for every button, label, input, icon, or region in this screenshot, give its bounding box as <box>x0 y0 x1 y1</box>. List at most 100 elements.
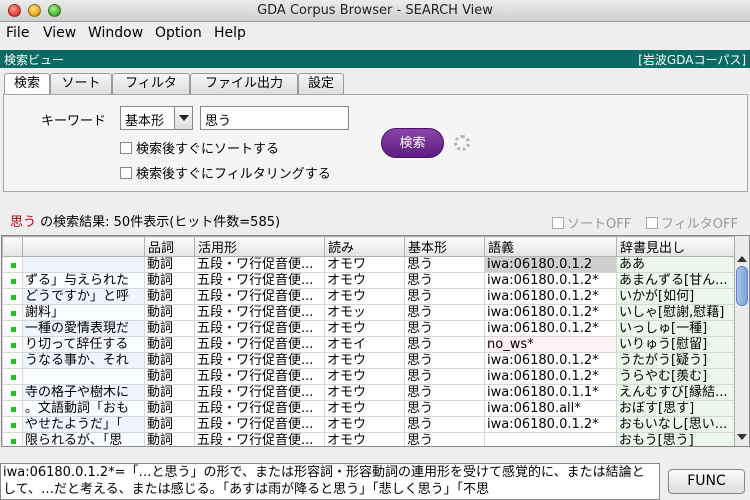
dict-cell[interactable]: おもいなし[思い... <box>616 416 737 433</box>
pos-cell[interactable]: 動詞 <box>144 336 195 353</box>
row-marker[interactable] <box>2 304 23 321</box>
base-cell[interactable]: 思う <box>404 272 485 289</box>
tab-file-output[interactable]: ファイル出力 <box>190 73 298 95</box>
checkbox-icon[interactable] <box>646 217 658 229</box>
pos-cell[interactable]: 動詞 <box>144 320 195 337</box>
row-marker[interactable] <box>2 352 23 369</box>
row-marker[interactable] <box>2 272 23 289</box>
pos-cell[interactable]: 動詞 <box>144 416 195 433</box>
vertical-scrollbar[interactable] <box>734 236 749 446</box>
dict-cell[interactable]: ああ <box>616 256 737 273</box>
menu-help[interactable]: Help <box>214 25 246 41</box>
base-cell[interactable]: 思う <box>404 304 485 321</box>
table-row[interactable]: 動詞 五段・ワ行促音便... オモワ 思う iwa:06180.0.1.2 ああ <box>2 256 737 273</box>
context-cell[interactable]: 限られるが、「思 <box>22 432 145 446</box>
keyword-input[interactable]: 思う <box>200 106 349 130</box>
row-marker[interactable] <box>2 368 23 385</box>
row-marker[interactable] <box>2 384 23 401</box>
col-header-base[interactable]: 基本形 <box>404 236 485 257</box>
table-row[interactable]: り切って辞任する 動詞 五段・ワ行促音便... オモイ 思う no_ws* いりゅう[慰留] <box>2 336 737 353</box>
context-cell[interactable]: 。文語動詞「おも <box>22 400 145 417</box>
col-header-pos[interactable]: 品詞 <box>144 236 195 257</box>
conjugation-cell[interactable]: 五段・ワ行促音便... <box>194 272 325 289</box>
row-marker[interactable] <box>2 400 23 417</box>
scroll-thumb[interactable] <box>736 266 748 306</box>
context-cell[interactable]: どうですか」と呼 <box>22 288 145 305</box>
base-cell[interactable]: 思う <box>404 400 485 417</box>
dict-cell[interactable]: いしゃ[慰謝,慰藉] <box>616 304 737 321</box>
scroll-up-icon[interactable] <box>737 256 747 262</box>
sense-cell[interactable]: iwa:06180.0.1.2* <box>484 272 617 289</box>
conjugation-cell[interactable]: 五段・ワ行促音便... <box>194 368 325 385</box>
base-cell[interactable]: 思う <box>404 320 485 337</box>
conjugation-cell[interactable]: 五段・ワ行促音便... <box>194 432 325 446</box>
menu-view[interactable]: View <box>43 25 76 41</box>
base-cell[interactable]: 思う <box>404 336 485 353</box>
context-cell[interactable] <box>22 368 145 385</box>
chevron-down-icon[interactable] <box>174 107 192 129</box>
col-header-context[interactable] <box>22 236 145 257</box>
sense-cell[interactable]: iwa:06180.0.1.2* <box>484 416 617 433</box>
scroll-down-icon[interactable] <box>737 434 747 440</box>
filter-off-toggle[interactable]: フィルタOFF <box>646 213 738 232</box>
conjugation-cell[interactable]: 五段・ワ行促音便... <box>194 304 325 321</box>
checkbox-icon[interactable] <box>120 167 132 179</box>
context-cell[interactable] <box>22 256 145 273</box>
reading-cell[interactable]: オモッ <box>324 304 405 321</box>
reading-cell[interactable]: オモウ <box>324 288 405 305</box>
menu-file[interactable]: File <box>6 25 29 41</box>
sense-cell[interactable]: iwa:06180.0.1.2* <box>484 288 617 305</box>
table-row[interactable]: うなる事か、それ 動詞 五段・ワ行促音便... オモウ 思う iwa:06180.0.1.… <box>2 352 737 369</box>
conjugation-cell[interactable]: 五段・ワ行促音便... <box>194 288 325 305</box>
sort-off-toggle[interactable]: ソートOFF <box>552 213 631 232</box>
pos-cell[interactable]: 動詞 <box>144 384 195 401</box>
dict-cell[interactable]: えんむすび[縁結... <box>616 384 737 401</box>
sense-cell[interactable]: iwa:06180.0.1.1* <box>484 384 617 401</box>
filter-after-checkbox[interactable]: 検索後すぐにフィルタリングする <box>120 163 331 182</box>
conjugation-cell[interactable]: 五段・ワ行促音便... <box>194 336 325 353</box>
dict-cell[interactable]: いっしゅ[一種] <box>616 320 737 337</box>
sense-cell[interactable]: iwa:06180.0.1.2* <box>484 352 617 369</box>
sort-after-checkbox[interactable]: 検索後すぐにソートする <box>120 138 279 157</box>
base-cell[interactable]: 思う <box>404 352 485 369</box>
sense-cell[interactable]: iwa:06180.0.1.2 <box>484 256 617 273</box>
dict-cell[interactable]: いかが[如何] <box>616 288 737 305</box>
conjugation-cell[interactable]: 五段・ワ行促音便... <box>194 416 325 433</box>
func-button[interactable]: FUNC <box>668 469 745 494</box>
base-cell[interactable]: 思う <box>404 288 485 305</box>
reading-cell[interactable]: オモウ <box>324 368 405 385</box>
table-row[interactable]: ずる」与えられた 動詞 五段・ワ行促音便... オモウ 思う iwa:06180.0.1.… <box>2 272 737 289</box>
table-row[interactable]: どうですか」と呼 動詞 五段・ワ行促音便... オモウ 思う iwa:06180.0.1.… <box>2 288 737 305</box>
reading-cell[interactable]: オモウ <box>324 272 405 289</box>
conjugation-cell[interactable]: 五段・ワ行促音便... <box>194 352 325 369</box>
context-cell[interactable]: ずる」与えられた <box>22 272 145 289</box>
reading-cell[interactable]: オモイ <box>324 336 405 353</box>
dict-cell[interactable]: うらやむ[羨む] <box>616 368 737 385</box>
conjugation-cell[interactable]: 五段・ワ行促音便... <box>194 256 325 273</box>
sense-cell[interactable]: iwa:06180.0.1.2* <box>484 368 617 385</box>
tab-search[interactable]: 検索 <box>4 73 50 96</box>
reading-cell[interactable]: オモウ <box>324 432 405 446</box>
context-cell[interactable]: 寺の格子や樹木に <box>22 384 145 401</box>
pos-cell[interactable]: 動詞 <box>144 352 195 369</box>
pos-cell[interactable]: 動詞 <box>144 272 195 289</box>
base-cell[interactable]: 思う <box>404 256 485 273</box>
row-marker[interactable] <box>2 416 23 433</box>
reading-cell[interactable]: オモウ <box>324 416 405 433</box>
table-row[interactable]: 一種の愛情表現だ 動詞 五段・ワ行促音便... オモウ 思う iwa:06180.0.1.… <box>2 320 737 337</box>
tab-sort[interactable]: ソート <box>50 73 112 95</box>
checkbox-icon[interactable] <box>552 217 564 229</box>
row-marker[interactable] <box>2 288 23 305</box>
sense-cell[interactable]: no_ws* <box>484 336 617 353</box>
table-row[interactable]: やせたようだ」「 動詞 五段・ワ行促音便... オモウ 思う iwa:06180.0.1.… <box>2 416 737 433</box>
col-header-dict[interactable]: 辞書見出し <box>616 236 737 257</box>
table-row[interactable]: 謝料」 動詞 五段・ワ行促音便... オモッ 思う iwa:06180.0.1.2* いしゃ… <box>2 304 737 321</box>
pos-cell[interactable]: 動詞 <box>144 256 195 273</box>
menu-option[interactable]: Option <box>155 25 202 41</box>
pos-cell[interactable]: 動詞 <box>144 400 195 417</box>
checkbox-icon[interactable] <box>120 142 132 154</box>
context-cell[interactable]: うなる事か、それ <box>22 352 145 369</box>
context-cell[interactable]: り切って辞任する <box>22 336 145 353</box>
context-cell[interactable]: やせたようだ」「 <box>22 416 145 433</box>
dict-cell[interactable]: おもう[思う] <box>616 432 737 446</box>
